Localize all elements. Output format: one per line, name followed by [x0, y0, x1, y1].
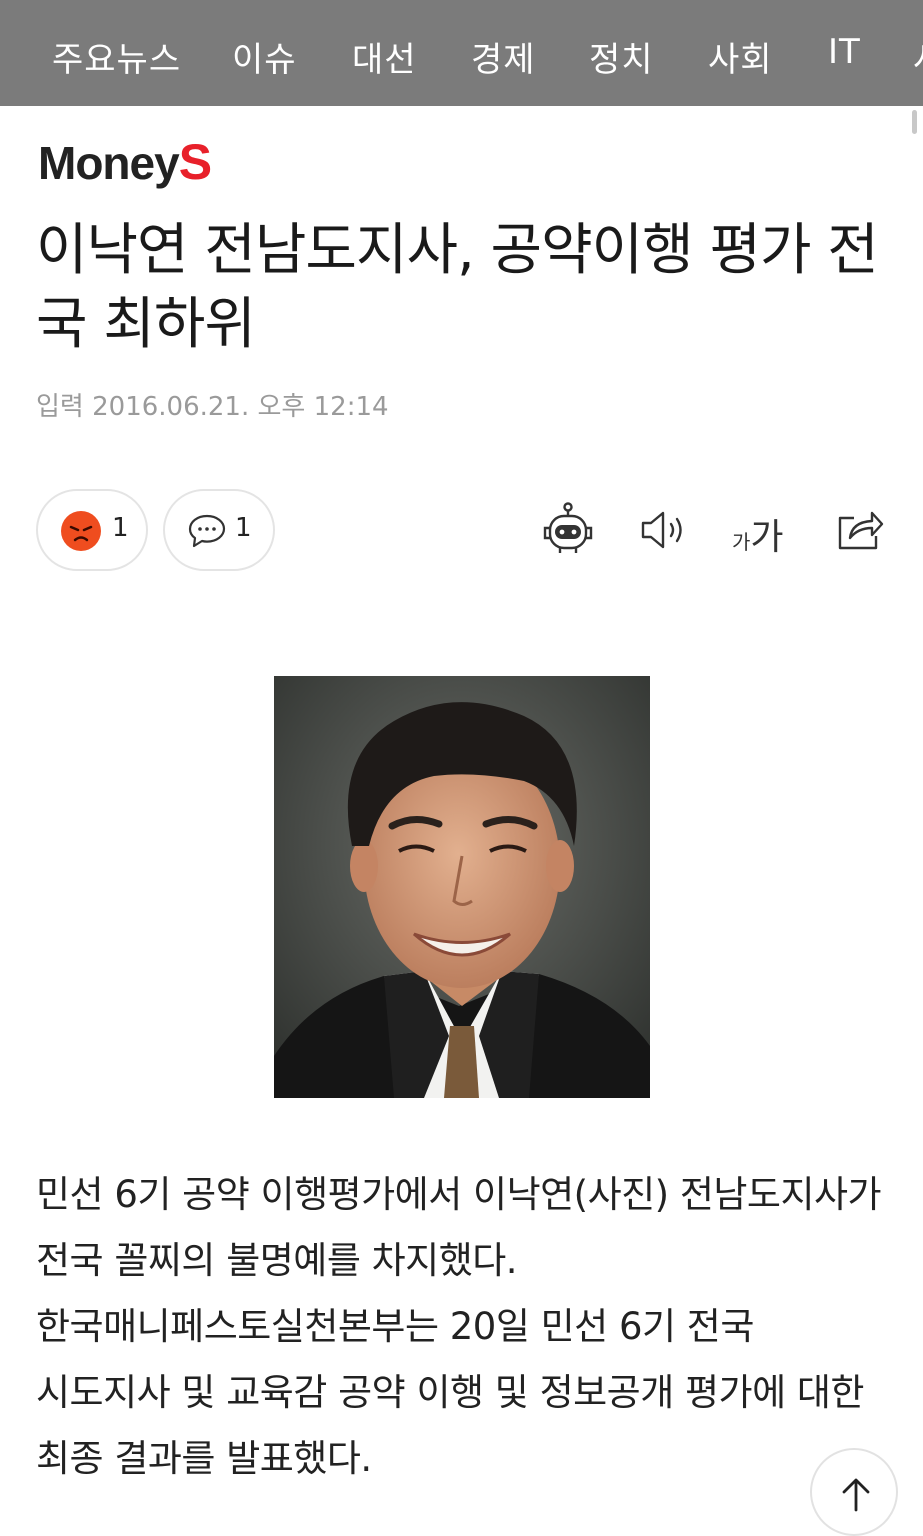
font-size-button[interactable]: 가가	[732, 508, 784, 560]
angry-face-icon	[61, 511, 101, 551]
comment-count: 1	[235, 513, 252, 543]
date-value: 2016.06.21. 오후 12:14	[92, 392, 389, 422]
font-size-small-glyph: 가	[732, 530, 751, 554]
share-button[interactable]	[828, 498, 892, 562]
robot-icon	[543, 502, 593, 553]
nav-item-overflow[interactable]: 사	[913, 32, 923, 81]
logo-text: Money	[38, 137, 180, 189]
nav-item-election[interactable]: 대선	[352, 32, 417, 81]
nav-item-society[interactable]: 사회	[708, 32, 773, 81]
article-body: 민선 6기 공약 이행평가에서 이낙연(사진) 전남도지사가 전국 꼴찌의 불명…	[36, 1173, 882, 1480]
speaker-icon	[641, 511, 682, 549]
nav-item-main-news[interactable]: 주요뉴스	[52, 32, 181, 81]
scrollbar[interactable]	[912, 110, 917, 134]
font-size-big-glyph: 가	[750, 517, 784, 558]
date-label: 입력	[36, 392, 84, 422]
speech-bubble-icon	[188, 514, 226, 548]
reaction-count: 1	[112, 513, 129, 543]
logo-accent: S	[178, 134, 212, 190]
article-dateline: 입력 2016.06.21. 오후 12:14	[36, 386, 389, 423]
nav-item-economy[interactable]: 경제	[471, 32, 536, 81]
reaction-button[interactable]: 1	[36, 489, 148, 571]
top-navigation: 주요뉴스 이슈 대선 경제 정치 사회 IT 사	[0, 0, 923, 106]
tts-button[interactable]	[632, 498, 696, 562]
moneys-logo[interactable]: MoneyS	[38, 133, 212, 190]
comment-button[interactable]: 1	[163, 489, 275, 571]
nav-item-politics[interactable]: 정치	[589, 32, 654, 81]
share-icon	[838, 511, 884, 550]
nav-item-issue[interactable]: 이슈	[232, 32, 297, 81]
article-photo	[274, 676, 650, 1098]
article-title: 이낙연 전남도지사, 공약이행 평가 전국 최하위	[36, 218, 879, 357]
nav-item-it[interactable]: IT	[828, 32, 861, 72]
arrow-up-icon	[842, 1478, 870, 1512]
summary-bot-button[interactable]	[536, 498, 600, 562]
scroll-top-button[interactable]	[810, 1448, 898, 1536]
